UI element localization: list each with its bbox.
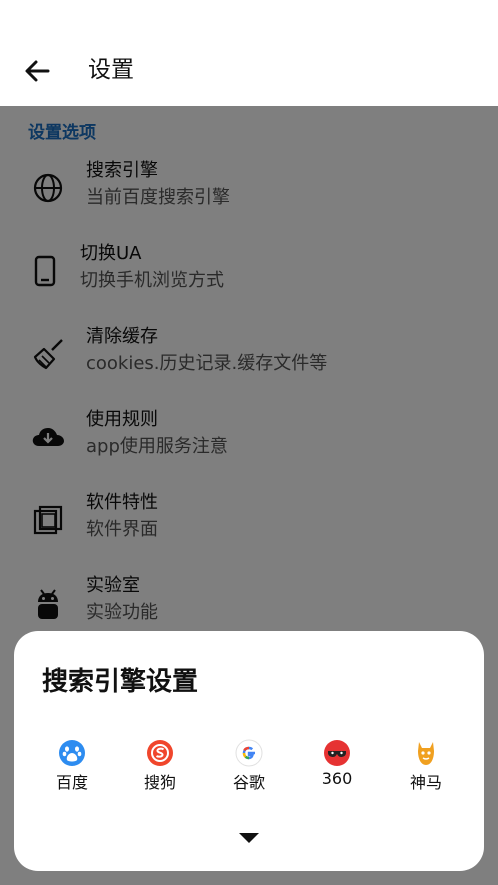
engine-option-baidu[interactable]: 百度 — [42, 735, 102, 795]
expand-down-icon[interactable] — [239, 833, 259, 845]
page-title: 设置 — [88, 57, 134, 83]
app-bar: 设置 — [0, 36, 498, 106]
engine-label: 谷歌 — [232, 773, 265, 792]
engine-option-shenma[interactable]: 神马 — [396, 735, 456, 795]
engine-label: 百度 — [55, 773, 88, 792]
google-icon — [235, 739, 263, 767]
sheet-title: 搜索引擎设置 — [42, 667, 199, 697]
status-bar — [0, 0, 498, 36]
baidu-icon — [59, 740, 85, 766]
engine-option-google[interactable]: 谷歌 — [219, 735, 279, 795]
360-icon — [324, 740, 350, 766]
search-engine-bottom-sheet: 搜索引擎设置 百度 搜狗 谷歌 360 神马 — [14, 631, 484, 871]
engine-label: 神马 — [409, 773, 442, 792]
back-arrow-icon[interactable] — [22, 56, 52, 86]
engine-label: 搜狗 — [143, 773, 176, 792]
engine-label: 360 — [321, 769, 353, 788]
shenma-icon — [418, 742, 434, 765]
engine-option-360[interactable]: 360 — [307, 735, 367, 795]
sogou-icon — [147, 740, 173, 766]
engine-option-sogou[interactable]: 搜狗 — [130, 735, 190, 795]
